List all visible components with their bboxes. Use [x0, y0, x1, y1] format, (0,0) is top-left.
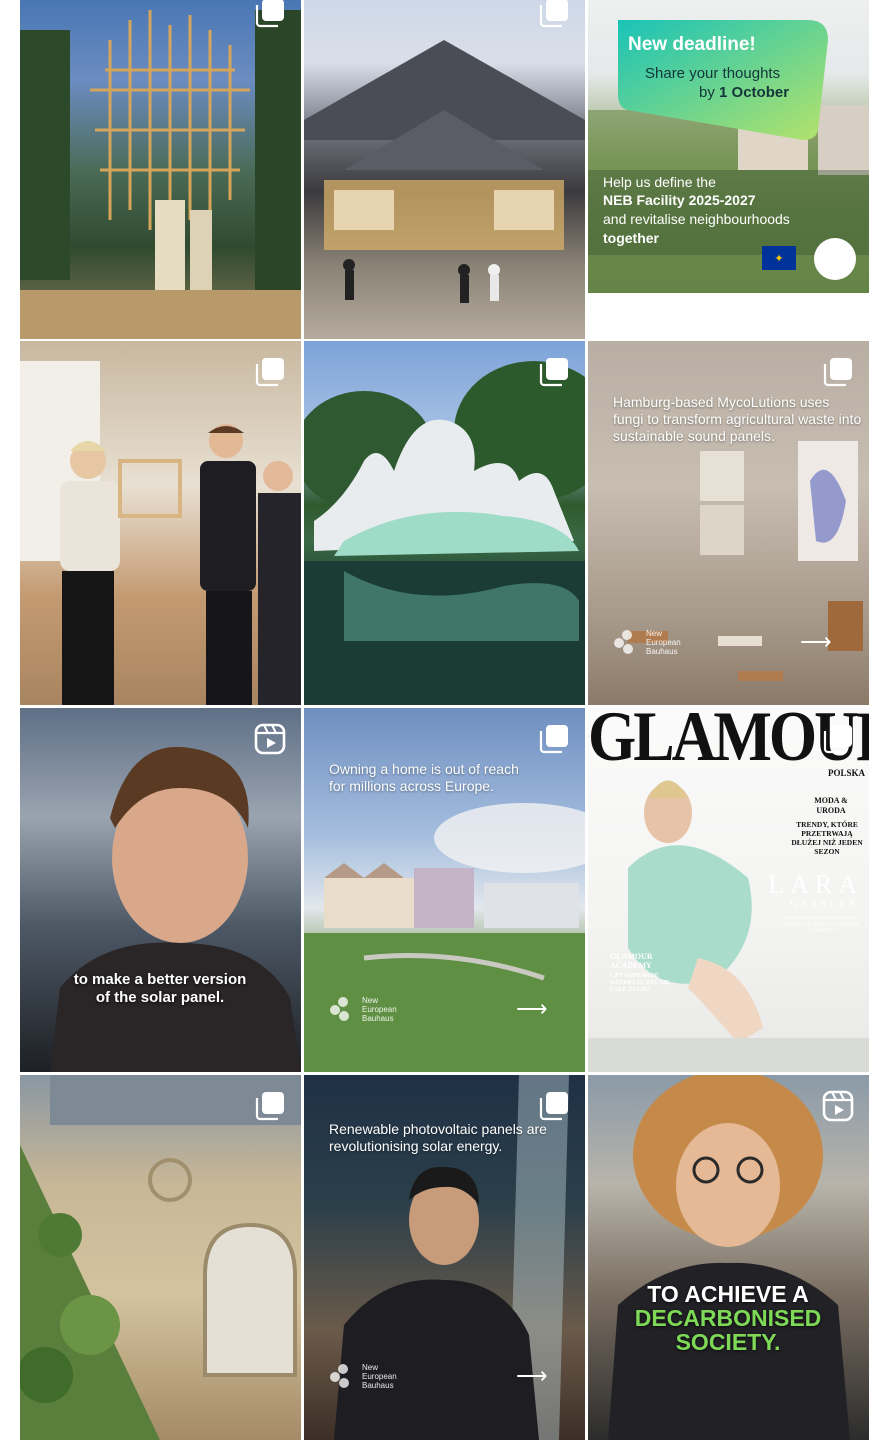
multiple-images-icon [537, 0, 571, 30]
post-tile[interactable]: New deadline! Share your thoughts by 1 O… [588, 0, 869, 293]
cover-name-last: GESSLER [790, 898, 859, 910]
neb-logo: New European Bauhaus [330, 1363, 402, 1390]
arrow-right-icon: ⟶ [516, 1363, 548, 1388]
post-tile[interactable]: GLAMOUR POLSKA MODA & URODA TRENDY, KTÓR… [588, 708, 869, 1072]
deadline-line2-prefix: by [699, 84, 720, 101]
post-tile[interactable]: to make a better version of the solar pa… [20, 708, 301, 1072]
cover-name-first: LARA [768, 870, 863, 899]
post-grid: New deadline! Share your thoughts by 1 O… [0, 0, 869, 1440]
facility-text-3: and revitalise neighbourhoods [603, 211, 790, 227]
magazine-edition: POLSKA [827, 768, 865, 778]
arrow-right-icon: ⟶ [800, 629, 832, 654]
neb-logo-mark [330, 1363, 356, 1390]
video-subtitle: to make a better version of the solar pa… [73, 971, 247, 1006]
facility-text-2: NEB Facility 2025-2027 [603, 192, 756, 208]
deadline-headline: New deadline! [628, 34, 756, 55]
facility-text-1: Help us define the [603, 174, 716, 190]
reel-play-icon [253, 722, 287, 756]
people-illustration [20, 361, 301, 705]
building-illustration [20, 1075, 301, 1440]
post-tile[interactable] [20, 1075, 301, 1440]
facility-text-4: together [603, 230, 659, 246]
multiple-images-icon [253, 1089, 287, 1123]
neb-logo: New European Bauhaus [330, 996, 402, 1023]
multiple-images-icon [253, 0, 287, 30]
post-tile[interactable]: Hamburg-based MycoLutions uses fungi to … [588, 341, 869, 705]
post-tile[interactable] [304, 341, 585, 705]
organic-pavilion-illustration [304, 361, 585, 705]
post-caption: Hamburg-based MycoLutions uses fungi to … [613, 394, 862, 444]
cover-academy-title: GLAMOUR ACADEMY [610, 952, 653, 970]
neb-logo: New European Bauhaus [614, 629, 686, 656]
post-caption: Owning a home is out of reach for millio… [329, 761, 519, 794]
post-tile[interactable]: TO ACHIEVE A DECARBONISED SOCIETY. [588, 1075, 869, 1440]
market-illustration [304, 40, 585, 303]
neb-logo-badge [814, 238, 856, 280]
cover-small-text: Zawsze marzyłam o dwóch rzeczach: chciał… [783, 916, 859, 933]
deadline-date: 1 October [719, 84, 790, 101]
pavilion-illustration [20, 10, 301, 339]
deadline-line1: Share your thoughts [645, 65, 781, 82]
cover-side-heading: MODA & URODA [814, 796, 848, 815]
multiple-images-icon [821, 355, 855, 389]
arrow-right-icon: ⟶ [516, 996, 548, 1021]
multiple-images-icon [537, 1089, 571, 1123]
deadline-line2: by 1 October [699, 84, 789, 101]
neb-logo-text: New European Bauhaus [362, 1363, 397, 1390]
post-tile[interactable]: Owning a home is out of reach for millio… [304, 708, 585, 1072]
video-subtitle-green-2: SOCIETY. [675, 1329, 781, 1355]
post-tile[interactable] [304, 0, 585, 339]
cover-academy-text: CZY NAPRAWDĘ MUSIMY UCZYĆ SIĘ CAŁE ŻYCIE… [610, 973, 670, 993]
eu-flag-logo: ✦ [762, 246, 796, 270]
post-caption: Renewable photovoltaic panels are revolu… [329, 1121, 547, 1154]
post-tile[interactable]: Renewable photovoltaic panels are revolu… [304, 1075, 585, 1440]
neb-logo-mark [614, 629, 640, 656]
neb-logo-text: New European Bauhaus [646, 629, 681, 656]
post-tile[interactable] [20, 341, 301, 705]
man-portrait-illustration [50, 746, 301, 1072]
multiple-images-icon [537, 722, 571, 756]
video-subtitle-green: DECARBONISED [634, 1305, 822, 1331]
woman-portrait-illustration [608, 1075, 850, 1440]
multiple-images-icon [537, 355, 571, 389]
reel-play-icon [821, 1089, 855, 1123]
multiple-images-icon [253, 355, 287, 389]
multiple-images-icon [821, 722, 855, 756]
cover-side-text: TRENDY, KTÓRE PRZETRWAJĄ DŁUŻEJ NIŻ JEDE… [791, 820, 863, 856]
post-tile[interactable] [20, 0, 301, 339]
neb-logo-mark [330, 996, 356, 1023]
video-subtitle-white: TO ACHIEVE A [647, 1281, 809, 1307]
neb-logo-text: New European Bauhaus [362, 996, 397, 1023]
